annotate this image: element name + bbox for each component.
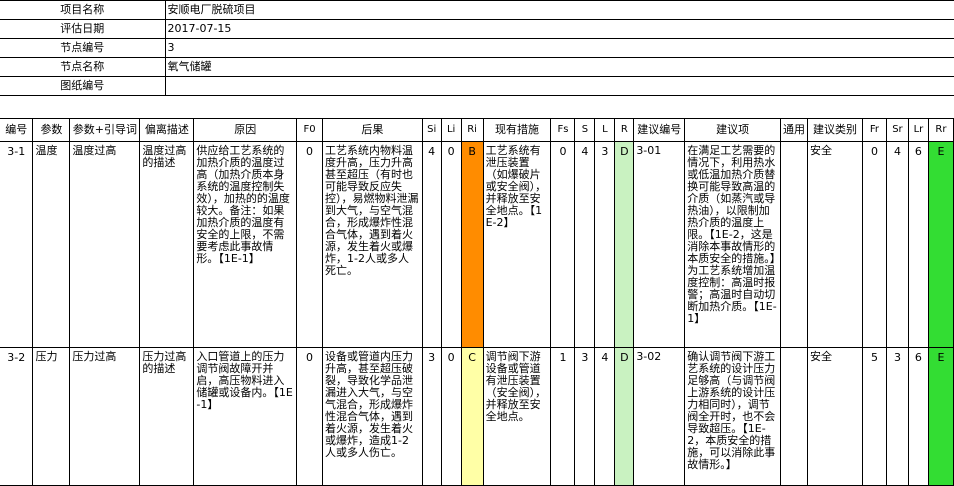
col-header-existing: 现有措施 xyxy=(482,118,552,142)
cell-fr[interactable]: 5 xyxy=(862,347,887,486)
drawing-no-value[interactable] xyxy=(164,76,954,96)
cell-existing[interactable]: 调节阀下游设备或管道有泄压装置（安全阀），并释放至安全地点。 xyxy=(482,347,552,486)
cell-lr[interactable]: 6 xyxy=(907,347,929,486)
cell-deviation[interactable]: 压力过高的描述 xyxy=(139,347,195,486)
hazop-table: 编号 参数 参数+引导词 偏离描述 原因 F0 后果 Si Li Ri 现有措施… xyxy=(0,118,954,486)
col-header-si: Si xyxy=(421,118,442,142)
info-row-drawing: 图纸编号 xyxy=(0,76,954,96)
cell-rec-no[interactable]: 3-01 xyxy=(633,141,686,348)
node-name-label: 节点名称 xyxy=(0,57,166,77)
info-row-project: 项目名称 安顺电厂脱硫项目 xyxy=(0,0,954,20)
cell-l[interactable]: 4 xyxy=(594,347,616,486)
info-row-node-name: 节点名称 氧气储罐 xyxy=(0,57,954,77)
cell-id[interactable]: 3-2 xyxy=(0,347,34,486)
col-header-cause: 原因 xyxy=(193,118,298,142)
col-header-l: L xyxy=(594,118,616,142)
col-header-s: S xyxy=(574,118,596,142)
cell-recommendation[interactable]: 在满足工艺需要的情况下，利用热水或低温加热介质替换可能导致高温的介质（如蒸汽或导… xyxy=(684,141,782,348)
cell-fs[interactable]: 0 xyxy=(550,141,576,348)
cell-sr[interactable]: 3 xyxy=(885,347,909,486)
cell-param[interactable]: 温度 xyxy=(32,141,71,348)
project-name-value[interactable]: 安顺电厂脱硫项目 xyxy=(164,0,954,20)
cell-li[interactable]: 0 xyxy=(440,347,462,486)
node-no-label: 节点编号 xyxy=(0,38,166,58)
cell-general[interactable] xyxy=(780,141,809,348)
cell-f0[interactable]: 0 xyxy=(296,347,323,486)
col-header-sr: Sr xyxy=(885,118,909,142)
cell-cause[interactable]: 供应给工艺系统的加热介质的温度过高（加热介质本身系统的温度控制失效），加热的的温… xyxy=(193,141,298,348)
cell-id[interactable]: 3-1 xyxy=(0,141,34,348)
cell-si[interactable]: 4 xyxy=(421,141,442,348)
col-header-deviation: 偏离描述 xyxy=(139,118,195,142)
info-row-date: 评估日期 2017-07-15 xyxy=(0,19,954,39)
cell-li[interactable]: 0 xyxy=(440,141,462,348)
cell-s[interactable]: 4 xyxy=(574,141,596,348)
cell-ri[interactable]: B xyxy=(460,141,484,348)
cell-ri[interactable]: C xyxy=(460,347,484,486)
cell-fs[interactable]: 1 xyxy=(550,347,576,486)
eval-date-label: 评估日期 xyxy=(0,19,166,39)
cell-l[interactable]: 3 xyxy=(594,141,616,348)
col-header-param: 参数 xyxy=(32,118,71,142)
info-row-node-no: 节点编号 3 xyxy=(0,38,954,58)
col-header-lr: Lr xyxy=(907,118,929,142)
col-header-general: 通用 xyxy=(780,118,809,142)
col-header-rec-no: 建议编号 xyxy=(633,118,686,142)
table-header-row: 编号 参数 参数+引导词 偏离描述 原因 F0 后果 Si Li Ri 现有措施… xyxy=(0,118,954,142)
cell-sr[interactable]: 4 xyxy=(885,141,909,348)
cell-rec-no[interactable]: 3-02 xyxy=(633,347,686,486)
drawing-no-label: 图纸编号 xyxy=(0,76,166,96)
cell-rr[interactable]: E xyxy=(927,347,954,486)
node-name-value[interactable]: 氧气储罐 xyxy=(164,57,954,77)
cell-rec-type[interactable]: 安全 xyxy=(807,141,863,348)
cell-consequence[interactable]: 工艺系统内物料温度升高，压力升高甚至超压（有时也可能导致反应失控），易燃物料泄漏… xyxy=(322,141,423,348)
cell-param-guide[interactable]: 温度过高 xyxy=(69,141,141,348)
cell-rec-type[interactable]: 安全 xyxy=(807,347,863,486)
cell-param-guide[interactable]: 压力过高 xyxy=(69,347,141,486)
cell-deviation[interactable]: 温度过高的描述 xyxy=(139,141,195,348)
node-no-value[interactable]: 3 xyxy=(164,38,954,58)
col-header-rr: Rr xyxy=(927,118,954,142)
project-info-table: 项目名称 安顺电厂脱硫项目 评估日期 2017-07-15 节点编号 3 节点名… xyxy=(0,0,954,96)
col-header-consequence: 后果 xyxy=(322,118,423,142)
cell-rr[interactable]: E xyxy=(927,141,954,348)
eval-date-value[interactable]: 2017-07-15 xyxy=(164,19,954,39)
cell-s[interactable]: 3 xyxy=(574,347,596,486)
col-header-recommendation: 建议项 xyxy=(684,118,782,142)
cell-r[interactable]: D xyxy=(614,347,635,486)
col-header-ri: Ri xyxy=(460,118,484,142)
cell-recommendation[interactable]: 确认调节阀下游工艺系统的设计压力足够高（与调节阀上游系统的设计压力相同时），调节… xyxy=(684,347,782,486)
col-header-f0: F0 xyxy=(296,118,323,142)
table-row: 3-2 压力 压力过高 压力过高的描述 入口管道上的压力调节阀故障开并启，高压物… xyxy=(0,347,954,486)
table-row: 3-1 温度 温度过高 温度过高的描述 供应给工艺系统的加热介质的温度过高（加热… xyxy=(0,141,954,348)
cell-fr[interactable]: 0 xyxy=(862,141,887,348)
cell-f0[interactable]: 0 xyxy=(296,141,323,348)
cell-r[interactable]: D xyxy=(614,141,635,348)
cell-consequence[interactable]: 设备或管道内压力升高，甚至超压破裂，导致化学品泄漏进入大气，与空气混合，形成爆炸… xyxy=(322,347,423,486)
col-header-fs: Fs xyxy=(550,118,576,142)
cell-cause[interactable]: 入口管道上的压力调节阀故障开并启，高压物料进入储罐或设备内。【1E-1】 xyxy=(193,347,298,486)
col-header-id: 编号 xyxy=(0,118,34,142)
cell-si[interactable]: 3 xyxy=(421,347,442,486)
cell-existing[interactable]: 工艺系统有泄压装置（如爆破片或安全阀），并释放至安全地点。【1E-2】 xyxy=(482,141,552,348)
project-name-label: 项目名称 xyxy=(0,0,166,20)
col-header-li: Li xyxy=(440,118,462,142)
cell-param[interactable]: 压力 xyxy=(32,347,71,486)
cell-general[interactable] xyxy=(780,347,809,486)
col-header-param-guide: 参数+引导词 xyxy=(69,118,141,142)
cell-lr[interactable]: 6 xyxy=(907,141,929,348)
col-header-r: R xyxy=(614,118,635,142)
col-header-rec-type: 建议类别 xyxy=(807,118,863,142)
col-header-fr: Fr xyxy=(862,118,887,142)
